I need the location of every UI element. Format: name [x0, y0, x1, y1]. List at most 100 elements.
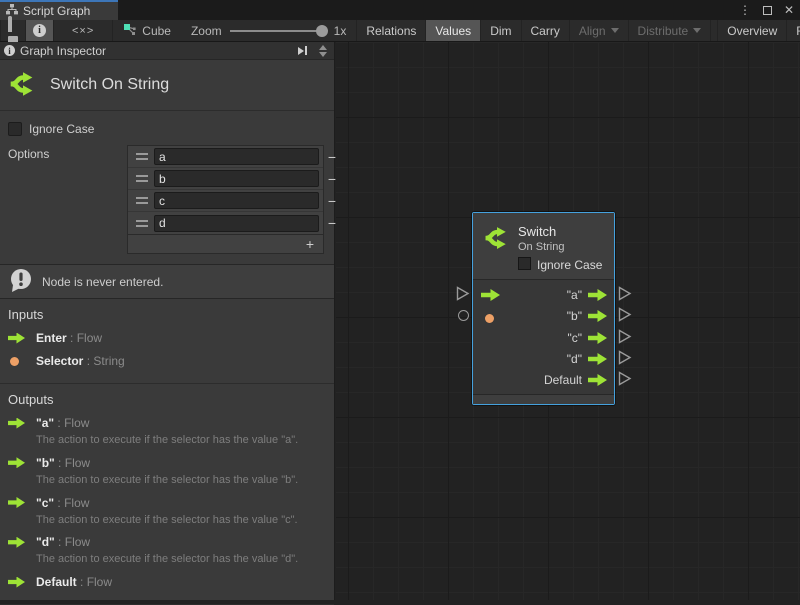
overview-button[interactable]: Overview — [717, 20, 787, 41]
ignore-case-label: Ignore Case — [29, 122, 94, 136]
window-controls: ⋮ ✕ — [739, 0, 794, 20]
breadcrumb[interactable]: Cube — [113, 20, 181, 41]
node-port-a[interactable]: "a" — [567, 288, 607, 302]
graph-inspector-panel: i Graph Inspector Switch On String Ignor… — [0, 42, 335, 600]
output-port-b: "b" : Flow — [8, 456, 326, 470]
option-input[interactable] — [154, 148, 319, 165]
toolbar-buttons: Relations Values Dim Carry Align Distrib… — [356, 20, 800, 41]
values-button[interactable]: Values — [426, 20, 481, 41]
node-title: Switch — [518, 224, 556, 239]
drag-handle-icon[interactable] — [136, 153, 148, 160]
external-flow-port[interactable] — [456, 286, 470, 304]
node-ignore-case-label: Ignore Case — [537, 258, 602, 272]
tab-script-graph[interactable]: Script Graph — [0, 0, 118, 20]
distribute-button[interactable]: Distribute — [629, 20, 712, 41]
external-flow-port[interactable] — [618, 329, 632, 347]
options-add-row: + — [128, 234, 323, 253]
zoom-label: Zoom — [191, 24, 222, 38]
info-icon: i — [4, 45, 15, 56]
options-list: − − − − + — [127, 145, 324, 254]
chevron-down-icon — [693, 28, 701, 33]
flow-arrow-icon — [8, 457, 25, 468]
breadcrumb-label: Cube — [142, 24, 171, 38]
node-port-enter[interactable] — [481, 288, 500, 302]
tab-bar: Script Graph ⋮ ✕ — [0, 0, 800, 20]
close-icon[interactable]: ✕ — [784, 3, 794, 17]
inputs-header: Inputs — [8, 307, 326, 322]
warning-text: Node is never entered. — [42, 275, 163, 289]
node-subtitle: On String — [518, 241, 564, 253]
unit-title: Switch On String — [50, 76, 169, 94]
relations-button[interactable]: Relations — [356, 20, 426, 41]
output-port-d-description: The action to execute if the selector ha… — [36, 553, 326, 567]
option-item: − — [128, 168, 323, 190]
flow-arrow-icon — [8, 333, 25, 344]
node-port-c[interactable]: "c" — [567, 331, 607, 345]
node-port-d[interactable]: "d" — [567, 352, 607, 366]
warning-icon — [8, 267, 34, 296]
external-flow-port[interactable] — [618, 286, 632, 304]
lock-icon — [8, 18, 18, 43]
zoom-slider-handle[interactable] — [316, 25, 328, 37]
graph-canvas[interactable]: Switch On String Ignore Case "a" "b" "c"… — [336, 42, 800, 600]
drag-handle-icon[interactable] — [136, 175, 148, 182]
string-dot-icon — [485, 314, 494, 323]
option-input[interactable] — [154, 215, 319, 232]
flow-arrow-icon — [8, 537, 25, 548]
node-port-selector[interactable] — [485, 311, 494, 325]
info-icon: i — [33, 24, 46, 37]
flow-arrow-icon — [481, 289, 500, 301]
flow-arrow-icon — [588, 289, 607, 301]
input-port-selector: Selector : String — [8, 354, 326, 368]
switch-on-string-node[interactable]: Switch On String Ignore Case "a" "b" "c"… — [472, 212, 615, 405]
output-port-a-description: The action to execute if the selector ha… — [36, 434, 326, 448]
option-input[interactable] — [154, 192, 319, 209]
flow-arrow-icon — [8, 418, 25, 429]
scroll-up-icon[interactable] — [319, 45, 327, 50]
zoom-value: 1x — [334, 24, 347, 38]
unit-controls: Ignore Case Options − − − — [0, 111, 334, 260]
code-view-button[interactable]: <×> — [54, 20, 113, 41]
option-input[interactable] — [154, 170, 319, 187]
dock-panel-button[interactable] — [294, 46, 311, 55]
node-port-b[interactable]: "b" — [567, 309, 607, 323]
add-option-button[interactable]: + — [297, 235, 323, 253]
inspector-toggle-button[interactable]: i — [26, 20, 54, 41]
flow-arrow-icon — [588, 374, 607, 386]
align-button[interactable]: Align — [570, 20, 629, 41]
graph-toolbar: i <×> Cube Zoom 1x Relations Values Dim … — [0, 20, 800, 42]
window-menu-icon[interactable]: ⋮ — [739, 3, 751, 17]
output-port-d: "d" : Flow — [8, 535, 326, 549]
zoom-slider[interactable] — [230, 30, 326, 32]
ignore-case-row: Ignore Case — [8, 121, 324, 137]
external-flow-port[interactable] — [618, 350, 632, 368]
carry-button[interactable]: Carry — [522, 20, 570, 41]
input-port-enter: Enter : Flow — [8, 331, 326, 345]
drag-handle-icon[interactable] — [136, 220, 148, 227]
flow-arrow-icon — [588, 332, 607, 344]
maximize-icon[interactable] — [763, 6, 772, 15]
dim-button[interactable]: Dim — [481, 20, 521, 41]
output-port-b-description: The action to execute if the selector ha… — [36, 474, 326, 488]
flow-arrow-icon — [8, 577, 25, 588]
panel-scrubber — [316, 45, 330, 57]
external-value-port[interactable] — [458, 310, 469, 321]
drag-handle-icon[interactable] — [136, 197, 148, 204]
node-ignore-case-checkbox[interactable] — [518, 257, 531, 270]
options-row: Options − − − — [8, 145, 324, 254]
option-item: − — [128, 212, 323, 234]
flow-arrow-icon — [588, 310, 607, 322]
external-flow-port[interactable] — [618, 371, 632, 389]
inputs-section: Inputs Enter : Flow Selector : String — [0, 299, 334, 383]
node-port-default[interactable]: Default — [544, 373, 607, 387]
chevron-down-icon — [611, 28, 619, 33]
output-port-c: "c" : Flow — [8, 496, 326, 510]
ignore-case-checkbox[interactable] — [8, 122, 22, 136]
lock-button[interactable] — [0, 20, 26, 41]
node-header[interactable]: Switch On String Ignore Case — [473, 213, 614, 280]
full-screen-button[interactable]: Full Screen — [787, 20, 800, 41]
tab-title: Script Graph — [23, 4, 90, 18]
external-flow-port[interactable] — [618, 307, 632, 325]
toolbar-left-group: i <×> — [0, 20, 113, 41]
scroll-down-icon[interactable] — [319, 52, 327, 57]
